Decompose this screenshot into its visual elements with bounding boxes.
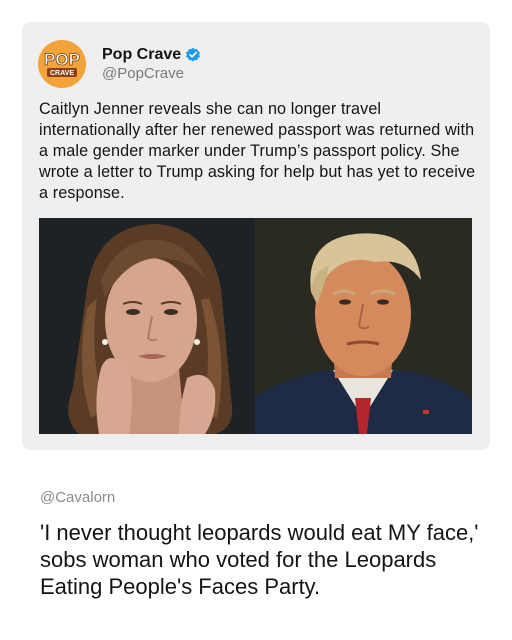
photo-woman[interactable] bbox=[39, 218, 255, 434]
verified-badge-icon bbox=[185, 47, 201, 63]
user-handle[interactable]: @PopCrave bbox=[102, 65, 184, 82]
reply-text: 'I never thought leopards would eat MY f… bbox=[40, 520, 479, 599]
avatar[interactable]: POP CRAVE bbox=[38, 40, 86, 88]
logo-line2: CRAVE bbox=[50, 70, 74, 77]
logo-line1: POP bbox=[44, 50, 80, 69]
quoted-tweet-card[interactable]: POP CRAVE Pop Crave @PopCrave Caitlyn Je… bbox=[22, 22, 490, 450]
man-portrait-illustration bbox=[255, 218, 472, 434]
tweet-text: Caitlyn Jenner reveals she can no longer… bbox=[39, 100, 476, 202]
woman-portrait-illustration bbox=[39, 218, 255, 434]
display-name[interactable]: Pop Crave bbox=[102, 46, 181, 64]
reply-handle[interactable]: @Cavalorn bbox=[40, 489, 115, 506]
pop-crave-logo: POP CRAVE bbox=[38, 40, 86, 88]
tweet-media[interactable] bbox=[39, 218, 472, 434]
photo-man[interactable] bbox=[255, 218, 472, 434]
